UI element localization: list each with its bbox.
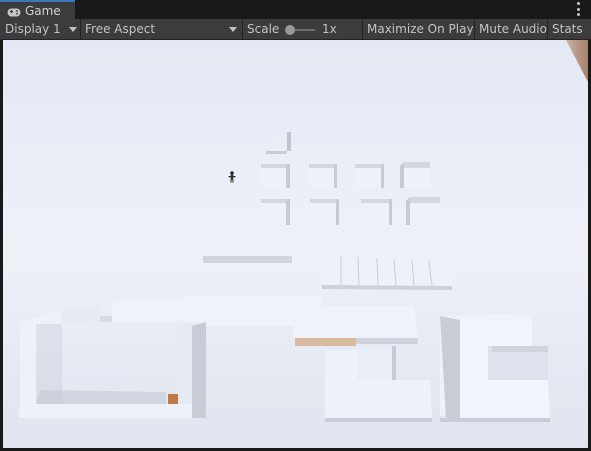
- scene-render: [3, 40, 588, 448]
- stats-toggle[interactable]: Stats: [552, 19, 583, 39]
- chevron-down-icon: [69, 27, 77, 32]
- kebab-menu-icon[interactable]: [577, 2, 581, 16]
- scale-slider-handle[interactable]: [285, 25, 295, 35]
- aspect-value: Free Aspect: [85, 22, 156, 36]
- tab-title: Game: [25, 3, 61, 18]
- mute-audio-toggle[interactable]: Mute Audio: [479, 19, 547, 39]
- window-tab-strip: Game: [0, 0, 591, 19]
- maximize-on-play-toggle[interactable]: Maximize On Play: [367, 19, 474, 39]
- display-dropdown[interactable]: Display 1: [0, 19, 80, 39]
- game-viewport[interactable]: [3, 40, 588, 448]
- scale-value: 1x: [322, 22, 337, 36]
- aspect-dropdown[interactable]: Free Aspect: [81, 19, 242, 39]
- chevron-down-icon: [229, 27, 237, 32]
- gamepad-icon: [7, 6, 21, 17]
- tab-game[interactable]: Game: [0, 0, 75, 19]
- scale-label: Scale: [247, 22, 280, 36]
- display-value: Display 1: [5, 22, 61, 36]
